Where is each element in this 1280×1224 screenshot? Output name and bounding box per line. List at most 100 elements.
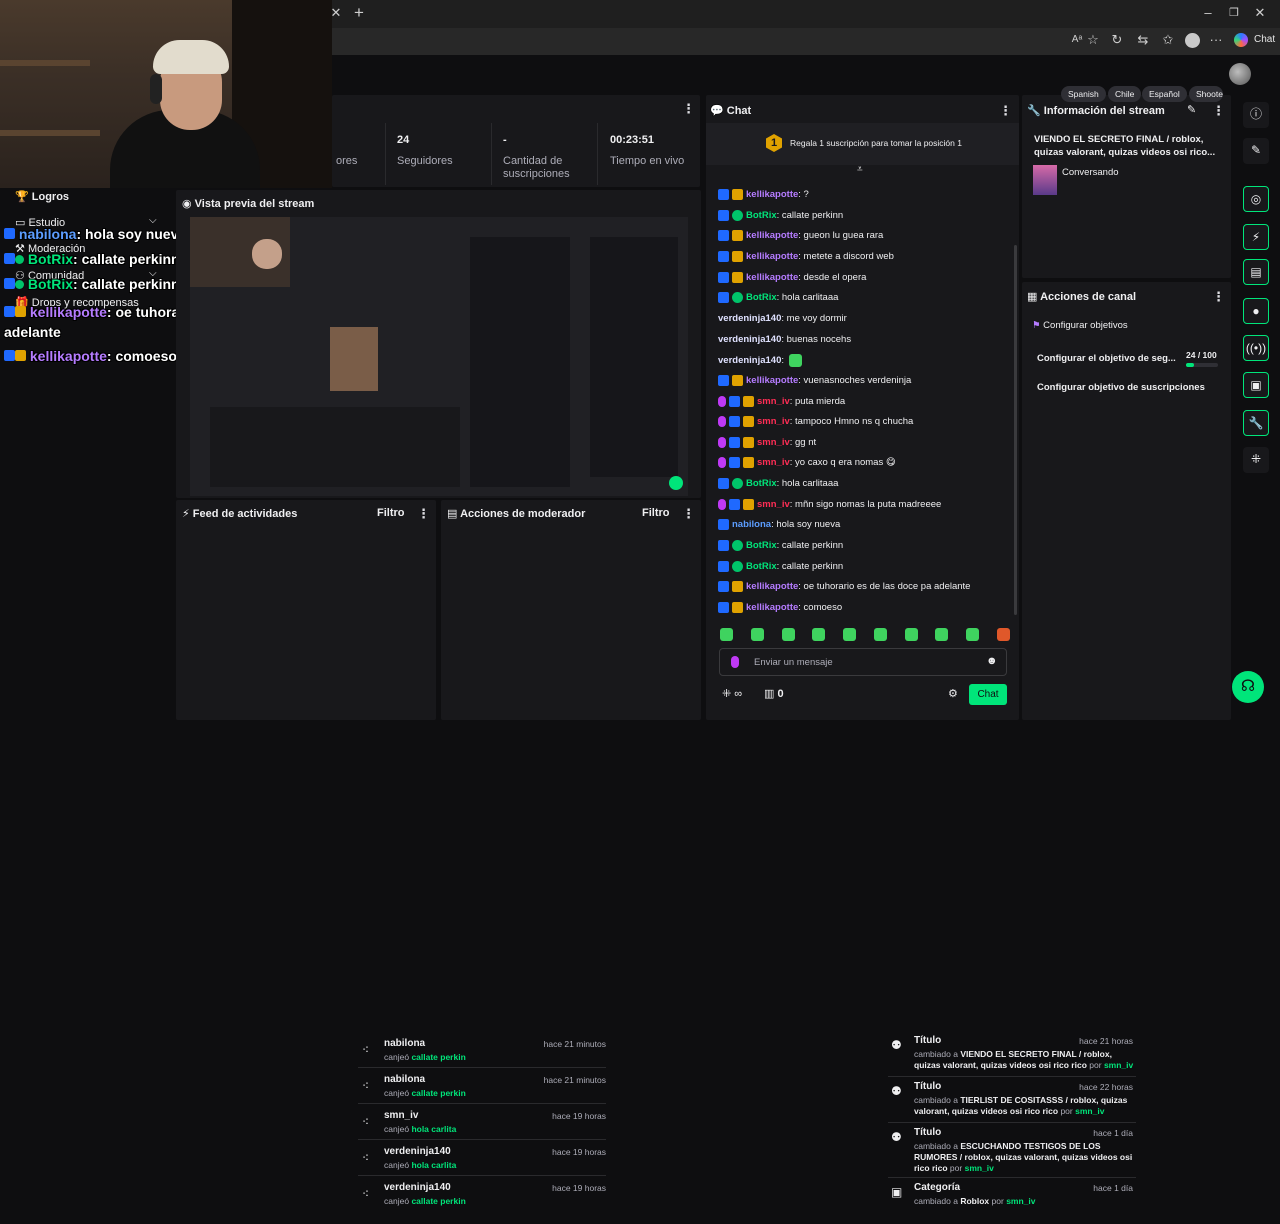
- emote-icon[interactable]: [966, 628, 980, 641]
- emoji-picker-icon[interactable]: ☻: [986, 655, 998, 667]
- chat-username[interactable]: BotRix: [746, 210, 777, 221]
- activity-filter-button[interactable]: Filtro: [377, 507, 405, 519]
- chat-username[interactable]: kellikapotte: [746, 602, 798, 613]
- emote-icon[interactable]: [750, 628, 764, 641]
- notes-icon[interactable]: ▤: [1243, 259, 1269, 285]
- chat-username[interactable]: smn_iv: [757, 416, 790, 427]
- chat-username[interactable]: smn_iv: [757, 396, 790, 407]
- mod-action-moderator[interactable]: smn_iv: [1006, 1196, 1035, 1206]
- chat-message[interactable]: smn_iv: yo caxo q era nomas 😋: [718, 457, 896, 469]
- chat-input[interactable]: Enviar un mensaje ☻: [719, 648, 1007, 676]
- chat-bubble-icon[interactable]: ●: [1243, 298, 1269, 324]
- tag-pill[interactable]: Spanish: [1061, 86, 1106, 102]
- chat-message[interactable]: kellikapotte: vuenasnoches verdeninja: [718, 374, 911, 386]
- chat-username[interactable]: verdeninja140: [718, 334, 781, 345]
- stream-info-more-icon[interactable]: ⋮: [1212, 103, 1225, 119]
- close-window-icon[interactable]: ✕: [1250, 3, 1270, 23]
- chat-username[interactable]: smn_iv: [757, 437, 790, 448]
- chat-message[interactable]: smn_iv: puta mierda: [718, 395, 845, 407]
- stream-video[interactable]: [190, 217, 688, 496]
- overlay-icon[interactable]: ▣: [1243, 372, 1269, 398]
- activity-user[interactable]: verdeninja140: [384, 1146, 451, 1157]
- edit-pencil-icon[interactable]: ✎: [1187, 103, 1196, 116]
- emote-icon[interactable]: [904, 628, 918, 641]
- tag-pill[interactable]: Español: [1142, 86, 1187, 102]
- mod-action-moderator[interactable]: smn_iv: [965, 1163, 994, 1173]
- chat-username[interactable]: kellikapotte: [746, 375, 798, 386]
- activity-user[interactable]: verdeninja140: [384, 1182, 451, 1193]
- connections-icon[interactable]: ⁜ ∞: [722, 687, 742, 700]
- mod-more-icon[interactable]: ⋮: [682, 506, 695, 522]
- activity-user[interactable]: nabilona: [384, 1038, 425, 1049]
- tag-pill[interactable]: Shoote: [1189, 86, 1223, 102]
- chat-message[interactable]: kellikapotte: oe tuhorario es de las doc…: [718, 581, 970, 593]
- category-name[interactable]: Conversando: [1062, 167, 1119, 178]
- chat-message[interactable]: verdeninja140: buenas nocehs: [718, 334, 851, 345]
- chat-settings-gear-icon[interactable]: ⚙: [948, 687, 958, 700]
- chat-username[interactable]: BotRix: [746, 292, 777, 303]
- chat-message[interactable]: BotRix: callate perkinn: [718, 560, 843, 572]
- chat-username[interactable]: BotRix: [746, 478, 777, 489]
- gift-banner[interactable]: 1 Regala 1 suscripción para tomar la pos…: [706, 123, 1019, 165]
- chat-message[interactable]: kellikapotte: gueon lu guea rara: [718, 230, 883, 242]
- mod-action-moderator[interactable]: smn_iv: [1075, 1106, 1104, 1116]
- chat-username[interactable]: BotRix: [746, 561, 777, 572]
- wrench-icon[interactable]: 🔧: [1243, 410, 1269, 436]
- chat-username[interactable]: kellikapotte: [746, 251, 798, 262]
- chat-scrollbar[interactable]: [1014, 245, 1017, 615]
- chat-message[interactable]: kellikapotte: metete a discord web: [718, 250, 894, 262]
- maximize-icon[interactable]: ❐: [1224, 3, 1244, 23]
- chat-message[interactable]: verdeninja140: me voy dormir: [718, 313, 847, 324]
- chat-username[interactable]: verdeninja140: [718, 355, 781, 366]
- clip-icon[interactable]: ◎: [1243, 186, 1269, 212]
- collapse-arrow-icon[interactable]: ⩡: [857, 164, 863, 175]
- edit-pencil-icon[interactable]: ✎: [1243, 138, 1269, 164]
- configure-goals-link[interactable]: ⚑ Configurar objetivos: [1032, 320, 1128, 331]
- favorite-star-icon[interactable]: ☆: [1083, 30, 1103, 50]
- emote-icon[interactable]: [843, 628, 857, 641]
- emote-icon[interactable]: [720, 628, 733, 641]
- emote-icon[interactable]: [781, 628, 795, 641]
- chat-message[interactable]: BotRix: callate perkinn: [718, 209, 843, 221]
- chat-message[interactable]: nabilona: hola soy nueva: [718, 519, 840, 531]
- copilot-icon[interactable]: [1234, 33, 1248, 47]
- chat-username[interactable]: kellikapotte: [746, 272, 798, 283]
- follower-goal-link[interactable]: Configurar el objetivo de seg...: [1037, 353, 1176, 364]
- chat-username[interactable]: verdeninja140: [718, 313, 781, 324]
- activity-item[interactable]: ⁖ smn_iv hace 19 horas canjeó hola carli…: [358, 1109, 606, 1141]
- activity-user[interactable]: nabilona: [384, 1074, 425, 1085]
- mod-action-item[interactable]: ▣ Categoría hace 1 día cambiado a Roblox…: [888, 1182, 1136, 1224]
- more-menu-icon[interactable]: ···: [1206, 30, 1226, 50]
- new-tab-icon[interactable]: +: [349, 3, 369, 23]
- channel-actions-more-icon[interactable]: ⋮: [1212, 289, 1225, 305]
- chat-message[interactable]: kellikapotte: desde el opera: [718, 271, 866, 283]
- chat-username[interactable]: nabilona: [732, 519, 771, 530]
- chat-more-icon[interactable]: ⋮: [999, 103, 1012, 119]
- chat-username[interactable]: kellikapotte: [746, 230, 798, 241]
- activity-user[interactable]: smn_iv: [384, 1110, 418, 1121]
- chat-message[interactable]: smn_iv: tampoco Hmno ns q chucha: [718, 416, 913, 428]
- points-display[interactable]: ▥ 0: [764, 687, 784, 700]
- chat-message[interactable]: BotRix: callate perkinn: [718, 540, 843, 552]
- chat-message[interactable]: BotRix: hola carlitaaa: [718, 292, 838, 304]
- chat-message[interactable]: verdeninja140:: [718, 354, 803, 368]
- chat-send-button[interactable]: Chat: [969, 684, 1007, 705]
- chat-username[interactable]: smn_iv: [757, 457, 790, 468]
- chat-username[interactable]: kellikapotte: [746, 189, 798, 200]
- chat-message[interactable]: kellikapotte: ?: [718, 189, 809, 200]
- emote-icon[interactable]: [996, 628, 1010, 641]
- mod-action-moderator[interactable]: smn_iv: [1104, 1060, 1133, 1070]
- info-icon[interactable]: ⓘ: [1243, 102, 1269, 128]
- activity-item[interactable]: ⁖ verdeninja140 hace 19 horas canjeó hol…: [358, 1145, 606, 1177]
- chat-message[interactable]: smn_iv: gg nt: [718, 436, 816, 448]
- chat-username[interactable]: smn_iv: [757, 499, 790, 510]
- minimize-icon[interactable]: –: [1198, 3, 1218, 23]
- copilot-label[interactable]: Chat: [1254, 34, 1275, 45]
- lightning-icon[interactable]: ⚡: [1243, 224, 1269, 250]
- chat-message[interactable]: kellikapotte: comoeso: [718, 602, 842, 613]
- sub-goal-link[interactable]: Configurar objetivo de suscripciones: [1037, 382, 1205, 393]
- chat-message[interactable]: BotRix: hola carlitaaa: [718, 478, 838, 490]
- activity-item[interactable]: ⁖ nabilona hace 21 minutos canjeó callat…: [358, 1037, 606, 1069]
- support-headset-icon[interactable]: ☊: [1232, 671, 1264, 703]
- stats-more-icon[interactable]: ⋮: [682, 101, 695, 117]
